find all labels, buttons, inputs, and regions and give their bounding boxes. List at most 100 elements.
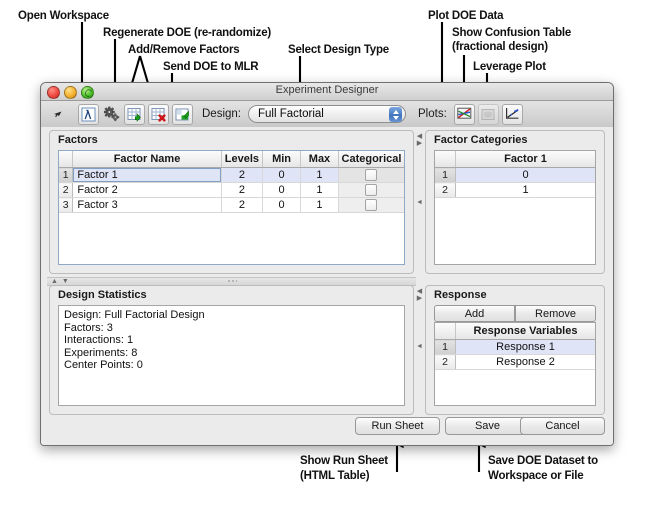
table-row[interactable]: 2 Factor 2 2 0 1 xyxy=(59,183,404,198)
factor-name-cell[interactable]: Factor 3 xyxy=(73,198,221,213)
table-row[interactable]: 1 0 xyxy=(435,168,595,183)
categorical-checkbox[interactable] xyxy=(365,184,377,196)
factor-min-cell[interactable]: 0 xyxy=(263,183,301,198)
response-table-body: 1 Response 1 2 Response 2 xyxy=(435,340,595,370)
table-row[interactable]: 1 Factor 1 2 0 1 xyxy=(59,168,404,183)
factor-max-cell[interactable]: 1 xyxy=(301,198,339,213)
factors-panel-title: Factors xyxy=(58,134,413,146)
categorical-checkbox[interactable] xyxy=(365,199,377,211)
plot-doe-data-button[interactable] xyxy=(454,104,475,125)
chevron-stepper-icon[interactable] xyxy=(389,107,402,122)
factor-max-cell[interactable]: 1 xyxy=(301,168,339,183)
response-col-rownum xyxy=(435,323,456,340)
send-mlr-icon[interactable] xyxy=(172,104,193,125)
leverage-plot-button[interactable] xyxy=(502,104,523,125)
categories-col-rownum xyxy=(435,151,456,168)
response-row-num: 1 xyxy=(435,340,456,355)
category-value-cell[interactable]: 0 xyxy=(456,168,596,183)
splitter-arrows-icon[interactable]: ▲ ▼ xyxy=(51,278,70,285)
table-row[interactable]: 2 1 xyxy=(435,183,595,198)
factor-levels-cell[interactable]: 2 xyxy=(221,198,262,213)
factors-col-max[interactable]: Max xyxy=(301,151,339,168)
factors-row-num: 2 xyxy=(59,183,73,198)
factors-table[interactable]: Factor Name Levels Min Max Categorical 1… xyxy=(59,151,404,213)
add-factor-icon[interactable] xyxy=(124,104,145,125)
factors-col-categorical[interactable]: Categorical xyxy=(338,151,404,168)
stat-line-design: Design: Full Factorial Design xyxy=(64,309,399,322)
categorical-checkbox[interactable] xyxy=(365,169,377,181)
table-row[interactable]: 2 Response 2 xyxy=(435,355,595,370)
factor-levels-cell[interactable]: 2 xyxy=(221,168,262,183)
factor-categories-body: 1 0 2 1 xyxy=(435,168,595,198)
factor-categories-header-row: Factor 1 xyxy=(435,151,595,168)
response-panel: Response Add Remove Response Variables xyxy=(425,285,605,415)
factor-categories-table[interactable]: Factor 1 1 0 2 1 xyxy=(435,151,595,198)
cancel-button[interactable]: Cancel xyxy=(520,417,605,435)
response-col-variables[interactable]: Response Variables xyxy=(456,323,596,340)
factors-table-wrap[interactable]: Factor Name Levels Min Max Categorical 1… xyxy=(58,150,405,265)
pointer-icon[interactable] xyxy=(47,105,66,124)
categories-col-factor1[interactable]: Factor 1 xyxy=(456,151,596,168)
toolbar: Design: Full Factorial Plots: xyxy=(41,101,613,128)
design-statistics-text: Design: Full Factorial Design Factors: 3… xyxy=(58,305,405,406)
factor-min-cell[interactable]: 0 xyxy=(263,198,301,213)
factor-categorical-cell[interactable] xyxy=(338,198,404,213)
factors-row-num: 1 xyxy=(59,168,73,183)
factors-table-body: 1 Factor 1 2 0 1 2 Factor 2 2 0 1 xyxy=(59,168,404,213)
category-row-num: 1 xyxy=(435,168,456,183)
save-button[interactable]: Save xyxy=(445,417,530,435)
design-statistics-title: Design Statistics xyxy=(58,289,413,301)
factor-name-cell[interactable]: Factor 1 xyxy=(73,168,221,183)
factor-categorical-cell[interactable] xyxy=(338,183,404,198)
response-table[interactable]: Response Variables 1 Response 1 2 Respon… xyxy=(435,323,595,370)
gears-icon[interactable] xyxy=(102,105,121,124)
factor-min-cell[interactable]: 0 xyxy=(263,168,301,183)
stat-line-interactions: Interactions: 1 xyxy=(64,334,399,347)
remove-factor-icon[interactable] xyxy=(148,104,169,125)
response-header-row: Response Variables xyxy=(435,323,595,340)
vertical-splitter-bottom[interactable]: ◀▶ xyxy=(415,288,424,302)
factor-levels-cell[interactable]: 2 xyxy=(221,183,262,198)
design-label: Design: xyxy=(202,108,241,120)
lambda-icon[interactable] xyxy=(78,104,99,125)
category-row-num: 2 xyxy=(435,183,456,198)
table-row[interactable]: 1 Response 1 xyxy=(435,340,595,355)
factors-col-name[interactable]: Factor Name xyxy=(73,151,221,168)
splitter-grip[interactable] xyxy=(227,279,237,283)
stat-line-center-points: Center Points: 0 xyxy=(64,359,399,372)
response-panel-title: Response xyxy=(434,289,604,301)
add-response-button[interactable]: Add xyxy=(434,305,515,322)
table-row[interactable]: 3 Factor 3 2 0 1 xyxy=(59,198,404,213)
factor-name-cell[interactable]: Factor 2 xyxy=(73,183,221,198)
response-value-cell[interactable]: Response 1 xyxy=(456,340,596,355)
factors-table-header-row: Factor Name Levels Min Max Categorical xyxy=(59,151,404,168)
category-value-cell[interactable]: 1 xyxy=(456,183,596,198)
factor-max-cell[interactable]: 1 xyxy=(301,183,339,198)
factors-col-levels[interactable]: Levels xyxy=(221,151,262,168)
response-value-cell[interactable]: Response 2 xyxy=(456,355,596,370)
factors-col-min[interactable]: Min xyxy=(263,151,301,168)
experiment-designer-window: Experiment Designer xyxy=(40,82,614,446)
stat-line-experiments: Experiments: 8 xyxy=(64,347,399,360)
factors-panel: Factors Factor Name Levels Min Max Categ… xyxy=(49,130,414,274)
factor-categories-title: Factor Categories xyxy=(434,134,604,146)
window-titlebar: Experiment Designer xyxy=(41,83,613,101)
stat-line-factors: Factors: 3 xyxy=(64,322,399,335)
factors-col-rownum xyxy=(59,151,73,168)
window-title: Experiment Designer xyxy=(41,84,613,96)
vertical-splitter-top[interactable]: ◀▶ xyxy=(415,133,424,147)
factor-categories-table-wrap[interactable]: Factor 1 1 0 2 1 xyxy=(434,150,596,265)
run-sheet-button[interactable]: Run Sheet xyxy=(355,417,440,435)
response-table-wrap[interactable]: Response Variables 1 Response 1 2 Respon… xyxy=(434,322,596,406)
response-buttons-row: Add Remove xyxy=(434,305,596,322)
plots-label: Plots: xyxy=(418,108,447,120)
response-row-num: 2 xyxy=(435,355,456,370)
factor-categories-panel: Factor Categories Factor 1 1 0 xyxy=(425,130,605,274)
vertical-splitter-bottom-grip[interactable]: ◄ xyxy=(415,343,424,350)
remove-response-button[interactable]: Remove xyxy=(515,305,596,322)
design-type-select[interactable]: Full Factorial xyxy=(248,105,406,123)
vertical-splitter-top-grip[interactable]: ◄ xyxy=(415,199,424,206)
confusion-table-button[interactable] xyxy=(478,104,499,125)
factors-row-num: 3 xyxy=(59,198,73,213)
factor-categorical-cell[interactable] xyxy=(338,168,404,183)
